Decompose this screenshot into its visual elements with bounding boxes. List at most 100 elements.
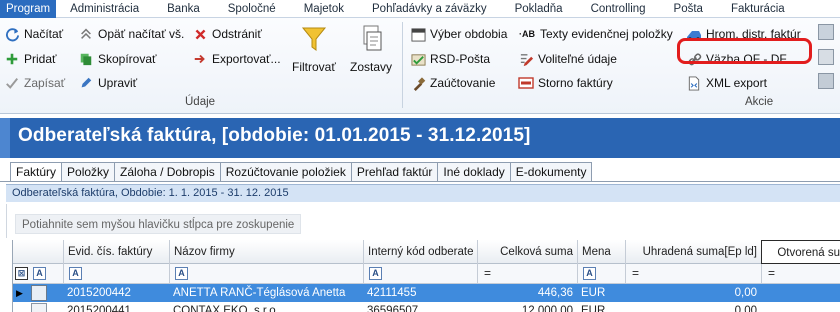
column-header-nazov-firmy[interactable]: Názov firmy [169, 240, 363, 264]
filter-editor-icon[interactable]: ⊠ [15, 267, 28, 280]
mail-check-icon [410, 51, 426, 67]
xml-export-label: XML export [706, 76, 767, 90]
group-by-panel[interactable]: Potiahnite sem myšou hlavičku stĺpca pre… [6, 204, 840, 238]
save-label: Zapísať [24, 76, 66, 90]
edit-button[interactable]: Upraviť [78, 73, 137, 93]
menu-tab-majetok[interactable]: Majetok [290, 0, 358, 18]
item-texts-button[interactable]: ·AB Texty evidenčnej položky [518, 24, 673, 44]
table-row[interactable]: ▶ 2015200442 ANETTA RANČ-Téglásová Anett… [13, 284, 840, 302]
title-accent-strip [0, 118, 10, 158]
menu-tab-controlling[interactable]: Controlling [577, 0, 660, 18]
column-header-mena[interactable]: Mena [577, 240, 625, 264]
filter-cell-kod[interactable]: A [363, 264, 477, 284]
truncated-toolbar-icon[interactable] [818, 49, 834, 65]
menu-tab-pokladna[interactable]: Pokladňa [501, 0, 577, 18]
filter-icon[interactable]: A [33, 267, 46, 280]
menu-tab-program[interactable]: Program [0, 0, 57, 18]
tab-rozuctovanie[interactable]: Rozúčtovanie položiek [220, 162, 352, 182]
equals-icon: = [484, 266, 492, 280]
column-header-celkova-suma[interactable]: Celková suma [477, 240, 577, 264]
document-icon [31, 303, 47, 312]
delete-label: Odstrániť [212, 27, 262, 41]
cancel-invoice-label: Storno faktúry [538, 76, 613, 90]
menu-tab-posta[interactable]: Pošta [660, 0, 717, 18]
menu-tab-banka[interactable]: Banka [153, 0, 214, 18]
filter-cell-suma[interactable]: = [477, 264, 577, 284]
window-title-bar: Odberateľská faktúra, [obdobie: 01.01.20… [0, 118, 840, 158]
tab-ine-doklady[interactable]: Iné doklady [438, 162, 511, 182]
filter-cell-otvorena[interactable]: = [761, 264, 840, 284]
optional-data-label: Voliteľné údaje [538, 52, 617, 66]
row-indicator-icon: ▶ [16, 288, 23, 298]
column-header-otvorena-suma[interactable]: Otvorená su [761, 240, 840, 264]
equals-icon: = [632, 266, 640, 280]
refresh-icon [4, 26, 20, 42]
table-row[interactable]: 2015200441 CONTAX EKO, s.r.o. 36596507 1… [13, 302, 840, 312]
reload-all-label: Opäť načítať vš. [98, 27, 185, 41]
grid-header: Evid. čís. faktúry Názov firmy Interný k… [13, 240, 840, 264]
double-up-icon [78, 26, 94, 42]
column-header-interny-kod[interactable]: Interný kód odberate [363, 240, 477, 264]
cell-uhradena-suma: 0,00 [734, 305, 757, 312]
cancel-invoice-button[interactable]: Storno faktúry [518, 73, 613, 93]
tab-zaloha-dobropis[interactable]: Záloha / Dobropis [115, 162, 221, 182]
group-label-akcie: Akcie [745, 96, 774, 108]
load-label: Načítať [24, 27, 64, 41]
plus-icon [4, 51, 20, 67]
delete-button[interactable]: Odstrániť [192, 24, 262, 44]
reports-label: Zostavy [350, 60, 393, 74]
export-icon [192, 51, 208, 67]
group-label-udaje: Údaje [185, 96, 216, 108]
cell-mena: EUR [581, 287, 606, 299]
stamp-icon [410, 75, 426, 91]
storno-icon [518, 75, 534, 91]
view-subtitle: Odberateľská faktúra, Obdobie: 1. 1. 201… [12, 187, 289, 199]
tab-divider [0, 181, 840, 182]
copy-button[interactable]: Skopírovať [78, 49, 157, 69]
reload-all-button[interactable]: Opäť načítať vš. [78, 24, 184, 44]
cell-celkova-suma: 12 000,00 [521, 305, 573, 312]
xml-export-button[interactable]: XML export [686, 73, 767, 93]
filter-button[interactable]: Filtrovať [292, 22, 336, 74]
optional-data-button[interactable]: Voliteľné údaje [518, 49, 617, 69]
tab-polozky[interactable]: Položky [62, 162, 116, 182]
group-separator [402, 22, 403, 108]
checkmark-icon [4, 75, 20, 91]
export-button[interactable]: Exportovať... [192, 49, 281, 69]
cell-interny-kod: 42111455 [367, 287, 417, 299]
column-header-uhradena-suma[interactable]: Uhradená suma[Ep ld] [625, 240, 761, 264]
menu-tab-fakturacia[interactable]: Fakturácia [717, 0, 799, 18]
tab-e-dokumenty[interactable]: E-dokumenty [510, 162, 593, 182]
filter-cell-nazov[interactable]: A [169, 264, 363, 284]
cell-uhradena-suma: 0,00 [734, 287, 757, 299]
ribbon: Načítať Pridať Zapísať Opäť načítať vš. … [0, 18, 840, 114]
filter-cell-uhradena[interactable]: = [625, 264, 761, 284]
tab-faktury[interactable]: Faktúry [10, 162, 63, 182]
truncated-toolbar-icon[interactable] [818, 24, 834, 40]
filter-cell-mena[interactable]: A [577, 264, 625, 284]
period-select-button[interactable]: Výber obdobia [410, 24, 507, 44]
posting-button[interactable]: Zaúčtovanie [410, 73, 495, 93]
menu-tab-spolocne[interactable]: Spoločné [214, 0, 290, 18]
truncated-toolbar-icon[interactable] [818, 73, 834, 89]
menu-tab-pohladavky[interactable]: Pohľadávky a záväzky [358, 0, 501, 18]
view-subtitle-bar: Odberateľská faktúra, Obdobie: 1. 1. 201… [6, 184, 840, 202]
calendar-icon [410, 26, 426, 42]
load-button[interactable]: Načítať [4, 24, 63, 44]
menu-tab-administracia[interactable]: Administrácia [56, 0, 153, 18]
reports-button[interactable]: Zostavy [350, 22, 392, 74]
save-button[interactable]: Zapísať [4, 73, 65, 93]
highlight-annotation [677, 38, 812, 64]
rsd-posta-label: RSD-Pošta [430, 52, 491, 66]
filter-icon: A [583, 267, 596, 280]
tab-prehlad-faktur[interactable]: Prehľad faktúr [351, 162, 439, 182]
add-button[interactable]: Pridať [4, 49, 57, 69]
column-header-evid-cislo[interactable]: Evid. čís. faktúry [63, 240, 169, 264]
edit-label: Upraviť [98, 76, 138, 90]
cell-nazov-firmy: CONTAX EKO, s.r.o. [173, 305, 279, 312]
item-texts-label: Texty evidenčnej položky [540, 27, 673, 41]
filter-cell-evid[interactable]: A [63, 264, 169, 284]
rsd-posta-button[interactable]: RSD-Pošta [410, 49, 490, 69]
cell-interny-kod: 36596507 [367, 305, 419, 312]
xml-file-icon [686, 75, 702, 91]
